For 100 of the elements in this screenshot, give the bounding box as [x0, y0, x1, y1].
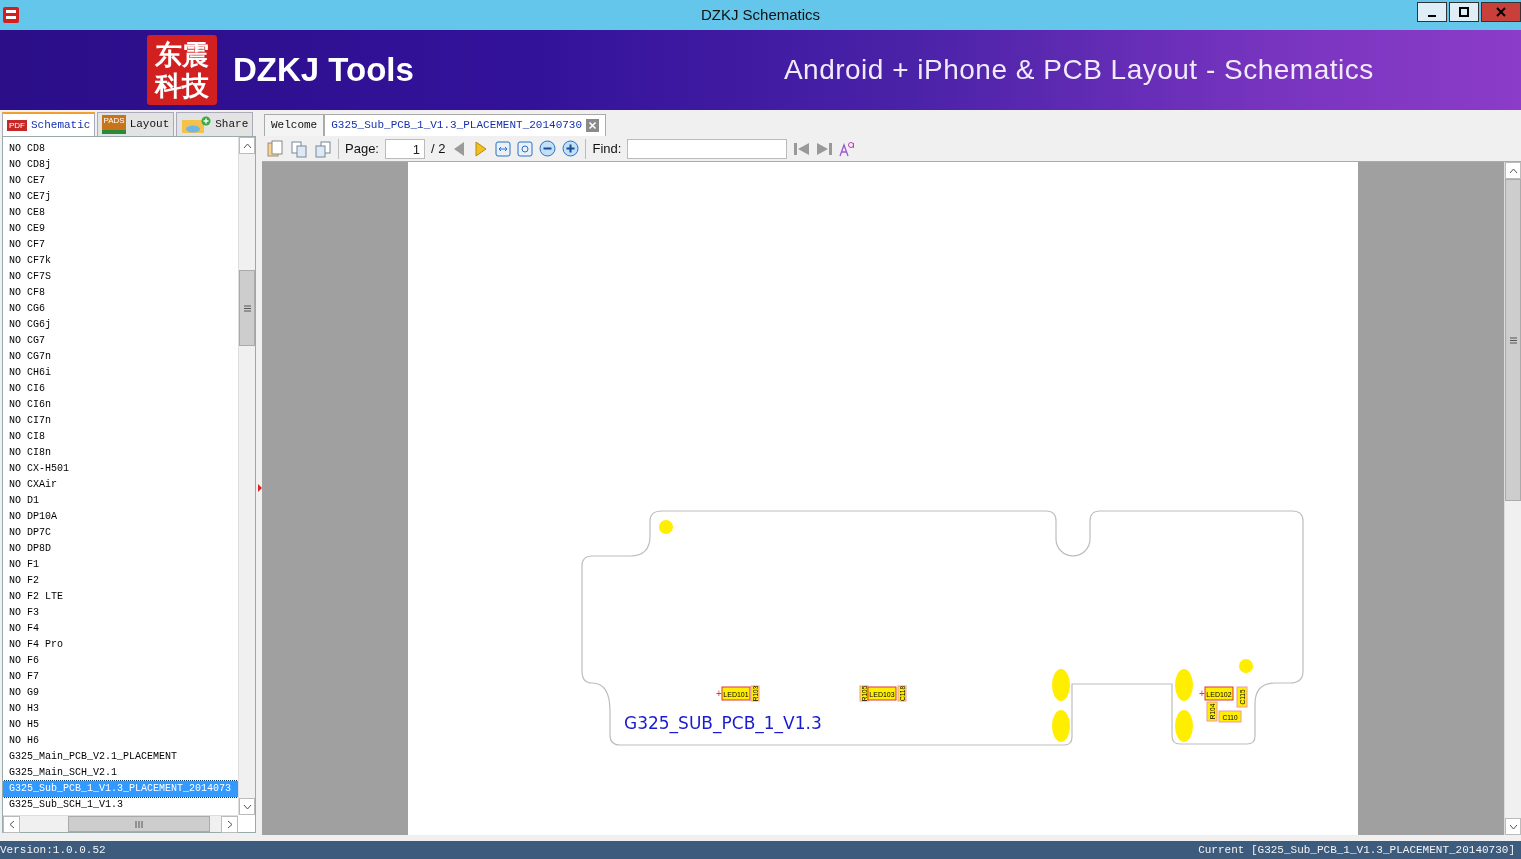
file-list-item[interactable]: NO H3	[3, 701, 238, 717]
file-list-item[interactable]: NO H6	[3, 733, 238, 749]
file-list-item[interactable]: NO CG7n	[3, 349, 238, 365]
page-number-field[interactable]: 1	[385, 138, 425, 159]
mounting-hole	[1239, 659, 1253, 673]
scroll-down-button[interactable]	[1505, 818, 1521, 835]
mounting-hole	[659, 520, 673, 534]
page-label: Page:	[345, 139, 379, 158]
file-list-item[interactable]: NO CF7S	[3, 269, 238, 285]
file-list-item[interactable]: NO CE7	[3, 173, 238, 189]
scroll-left-button[interactable]	[3, 816, 20, 833]
chevron-down-icon	[242, 803, 252, 810]
scroll-thumb[interactable]	[68, 816, 210, 832]
file-list-item[interactable]: NO CG6j	[3, 317, 238, 333]
file-list-item[interactable]: NO CE9	[3, 221, 238, 237]
find-label: Find:	[592, 139, 622, 158]
file-list-item[interactable]: NO CX-H501	[3, 461, 238, 477]
file-list-item[interactable]: NO CF7k	[3, 253, 238, 269]
file-list-item[interactable]: G325_Main_SCH_V2.1	[3, 765, 238, 781]
page-total: / 2	[431, 139, 446, 158]
scroll-up-button[interactable]	[1505, 162, 1521, 179]
solder-pad	[1175, 710, 1193, 742]
chevron-right-icon	[226, 820, 233, 829]
close-button[interactable]	[1481, 2, 1521, 22]
panel-tab[interactable]: PDF Schematic	[2, 112, 96, 136]
scroll-thumb[interactable]	[1505, 179, 1521, 501]
file-list-item[interactable]: NO F6	[3, 653, 238, 669]
grip-icon	[135, 820, 143, 828]
minimize-icon	[1428, 15, 1436, 17]
fit-page-icon[interactable]	[517, 140, 534, 157]
file-list-item[interactable]: NO DP8D	[3, 541, 238, 557]
scroll-thumb[interactable]	[239, 270, 255, 346]
file-list-item[interactable]: NO G9	[3, 685, 238, 701]
copy-icon[interactable]	[266, 139, 284, 158]
fit-width-icon[interactable]	[495, 140, 512, 157]
file-list-item[interactable]: G325_Sub_SCH_1_V1.3	[3, 797, 238, 813]
close-tab-icon[interactable]	[586, 119, 600, 132]
brand-name: DZKJ Tools	[233, 50, 414, 91]
file-list-item[interactable]: NO H5	[3, 717, 238, 733]
file-list-item[interactable]: NO F1	[3, 557, 238, 573]
horizontal-scrollbar[interactable]	[3, 815, 238, 832]
pads-icon: PADS	[102, 115, 126, 134]
file-list-item[interactable]: G325_Main_PCB_V2.1_PLACEMENT	[3, 749, 238, 765]
board-title: G325_SUB_PCB_1_V1.3	[624, 713, 822, 733]
find-previous-icon[interactable]	[793, 140, 811, 157]
document-tab[interactable]: Welcome	[264, 114, 325, 136]
file-list-item[interactable]: NO CF7	[3, 237, 238, 253]
file-list-item[interactable]: NO CI8n	[3, 445, 238, 461]
text-size-icon[interactable]	[839, 140, 856, 157]
grip-icon	[243, 304, 251, 312]
list-scrollbar[interactable]	[238, 137, 255, 815]
file-list-item[interactable]: NO F4 Pro	[3, 637, 238, 653]
file-list-item[interactable]: NO CE7j	[3, 189, 238, 205]
file-list-item[interactable]: NO CI7n	[3, 413, 238, 429]
copy-icon[interactable]	[314, 139, 332, 158]
file-list-item[interactable]: NO CE8	[3, 205, 238, 221]
file-list-item[interactable]: NO CG7	[3, 333, 238, 349]
chevron-down-icon	[1508, 823, 1518, 830]
document-tab[interactable]: G325_Sub_PCB_1_V1.3_PLACEMENT_20140730	[324, 114, 607, 136]
file-list-item[interactable]: NO CD8j	[3, 157, 238, 173]
chevron-left-icon	[8, 820, 15, 829]
collapse-arrow-icon[interactable]	[258, 483, 262, 492]
file-list-item[interactable]: NO CXAir	[3, 477, 238, 493]
zoom-in-icon[interactable]	[562, 140, 580, 157]
version-text: Version:1.0.0.52	[0, 842, 106, 858]
scroll-up-button[interactable]	[239, 137, 255, 154]
file-list-item[interactable]: NO CI6	[3, 381, 238, 397]
file-list-item[interactable]: NO F3	[3, 605, 238, 621]
file-list-item[interactable]: NO CI8	[3, 429, 238, 445]
minimize-button[interactable]	[1417, 2, 1447, 22]
maximize-icon	[1459, 7, 1469, 17]
maximize-button[interactable]	[1449, 2, 1479, 22]
panel-tab[interactable]: Share	[176, 112, 254, 136]
zoom-out-icon[interactable]	[539, 140, 557, 157]
scroll-down-button[interactable]	[239, 798, 255, 815]
file-list-item[interactable]: NO CF8	[3, 285, 238, 301]
find-field[interactable]	[627, 138, 788, 159]
file-list-item[interactable]: NO F4	[3, 621, 238, 637]
file-list-item[interactable]: NO F7	[3, 669, 238, 685]
file-list-item[interactable]: NO CI6n	[3, 397, 238, 413]
file-list-item[interactable]: NO CD8	[3, 141, 238, 157]
file-list-item[interactable]: NO DP7C	[3, 525, 238, 541]
solder-pad	[1175, 669, 1193, 701]
panel-tab[interactable]: PADS Layout	[97, 112, 175, 136]
file-list-item[interactable]: NO CH6i	[3, 365, 238, 381]
banner-tagline: Android + iPhone & PCB Layout - Schematics	[783, 53, 1374, 87]
copy-icon[interactable]	[290, 139, 308, 158]
file-list-item[interactable]: NO F2	[3, 573, 238, 589]
scroll-right-button[interactable]	[221, 816, 238, 833]
canvas-scrollbar[interactable]	[1504, 162, 1521, 835]
file-list-item[interactable]: NO CG6	[3, 301, 238, 317]
chevron-up-icon	[1508, 167, 1518, 174]
pdf-icon: PDF	[7, 119, 27, 131]
solder-pad	[1052, 669, 1070, 701]
cloud-folder-icon	[181, 115, 212, 134]
file-list-item[interactable]: NO DP10A	[3, 509, 238, 525]
file-list-item[interactable]: NO D1	[3, 493, 238, 509]
find-next-icon[interactable]	[816, 140, 834, 157]
brand-logo: 东震 科技	[147, 35, 217, 105]
file-list-item[interactable]: NO F2 LTE	[3, 589, 238, 605]
